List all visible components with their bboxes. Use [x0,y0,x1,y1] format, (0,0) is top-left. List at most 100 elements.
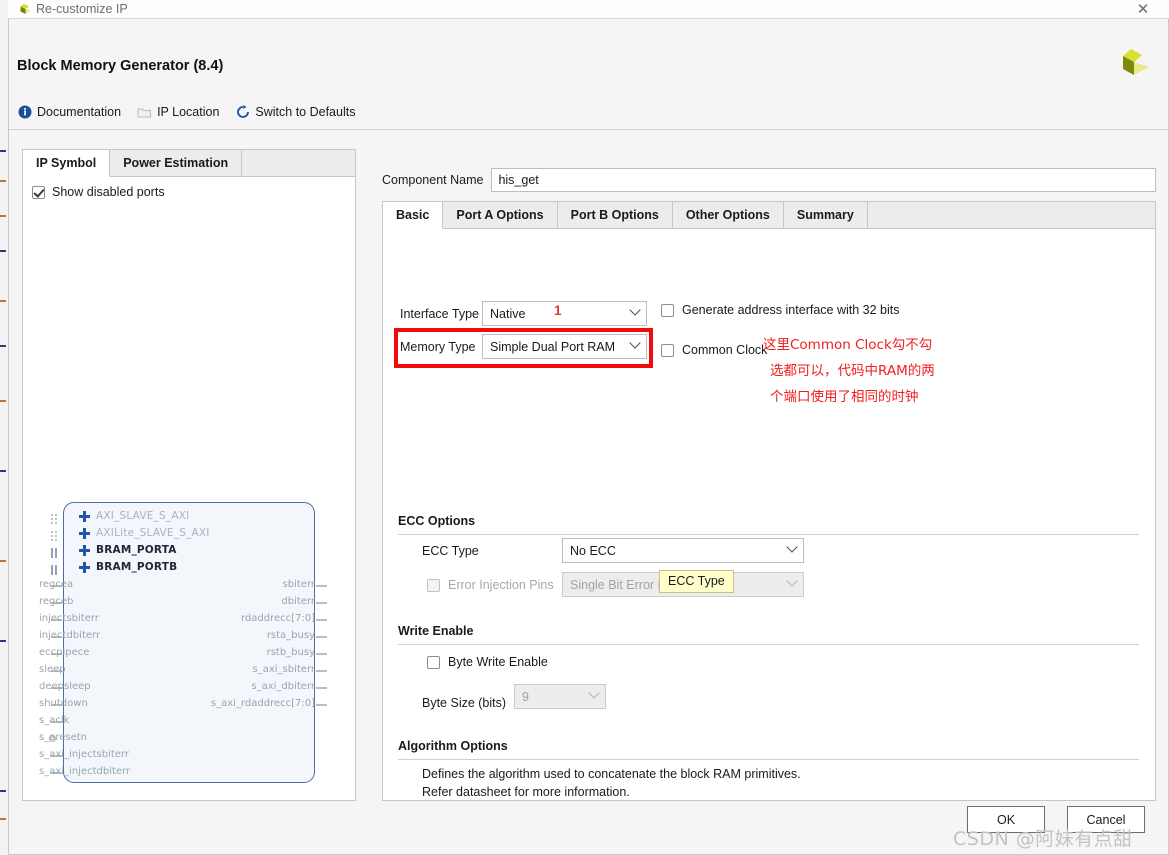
expand-plus-icon [79,544,90,556]
documentation-link[interactable]: Documentation [17,105,121,120]
pin-right: rdaddrecc[7:0] [240,613,315,624]
ip-location-link[interactable]: IP Location [137,105,219,120]
annotation-cn-line1: 这里Common Clock勾不勾 [763,337,933,353]
tab-other-options-label: Other Options [685,208,770,222]
memory-type-label: Memory Type [400,340,476,354]
tab-port-a-options[interactable]: Port A Options [443,202,558,228]
common-clock-checkbox[interactable]: Common Clock [661,343,767,357]
switch-to-defaults-label: Switch to Defaults [255,105,356,119]
bus-label: BRAM_PORTB [96,561,178,573]
bus-label: AXILite_SLAVE_S_AXI [96,527,210,539]
basic-tab-card: Basic Port A Options Port B Options Othe… [382,201,1156,801]
pin-left: deepsleep [39,681,91,692]
checkbox-box [32,185,45,199]
checkbox-box [661,303,674,317]
pin-right: rsta_busy [266,630,315,641]
bus-axilite-slave-s-axi[interactable]: AXILite_SLAVE_S_AXI [79,527,210,539]
generate-address-interface-checkbox[interactable]: Generate address interface with 32 bits [661,303,899,317]
generate-address-interface-label: Generate address interface with 32 bits [682,303,900,317]
interface-type-value: Native [490,306,526,321]
pin-left: shutdown [39,698,88,709]
pin-right: s_axi_rdaddrecc[7:0] [210,698,315,709]
algorithm-help-line1: Defines the algorithm used to concatenat… [422,767,801,781]
annotation-marker-one: 1 [554,303,562,318]
memory-type-value: Simple Dual Port RAM [490,339,616,354]
tab-port-b-options[interactable]: Port B Options [557,202,673,228]
folder-icon [137,105,152,120]
ecc-type-label: ECC Type [422,544,479,558]
pin-left: s_axi_injectdbiterr [39,766,131,777]
byte-write-enable-label: Byte Write Enable [448,655,548,669]
show-disabled-ports-label: Show disabled ports [52,185,165,199]
byte-size-label: Byte Size (bits) [422,696,507,710]
bus-stub-3 [51,565,62,575]
pin-left: regcea [39,579,74,590]
tab-port-b-options-label: Port B Options [570,208,659,222]
dialog-body: Block Memory Generator (8.4) Documentati… [8,19,1169,855]
basic-tab-content: Interface Type Native 1 Memory Type Simp… [383,229,1155,800]
tab-ip-symbol-label: IP Symbol [36,156,97,170]
checkbox-box [427,578,440,592]
xilinx-logo-icon [1109,43,1153,87]
pin-right: sbiterr [282,579,315,590]
common-clock-label: Common Clock [682,343,768,357]
close-icon[interactable]: ✕ [1125,0,1161,19]
pin-left: eccpipece [39,647,90,658]
pin-left: s_aresetn [39,732,88,743]
tab-power-estimation[interactable]: Power Estimation [110,150,243,176]
documentation-label: Documentation [37,105,122,119]
bus-label: AXI_SLAVE_S_AXI [96,510,190,522]
tab-basic-label: Basic [396,208,430,222]
config-tabs: Basic Port A Options Port B Options Othe… [383,202,1155,229]
pin-left: injectdbiterr [39,630,101,641]
annotation-cn-line2: 选都可以，代码中RAM的两 [770,363,935,379]
chevron-down-icon [786,540,798,553]
page-title: Block Memory Generator (8.4) [17,58,224,74]
config-tabstrip-filler [867,202,1155,228]
byte-write-enable-checkbox[interactable]: Byte Write Enable [427,655,548,669]
left-tabstrip-filler [242,150,355,176]
show-disabled-ports-checkbox[interactable]: Show disabled ports [32,185,165,199]
tab-summary-label: Summary [796,208,854,222]
algorithm-options-title: Algorithm Options [398,739,508,753]
interface-type-select[interactable]: Native [482,301,647,326]
dialog-header: Block Memory Generator (8.4) Documentati… [9,19,1168,130]
expand-plus-icon [79,561,90,573]
ip-location-label: IP Location [157,105,220,119]
expand-plus-icon [79,527,90,539]
write-enable-title: Write Enable [398,624,474,638]
bus-axi-slave-s-axi[interactable]: AXI_SLAVE_S_AXI [79,510,189,522]
pin-left: s_aclk [39,715,70,726]
switch-to-defaults-link[interactable]: Switch to Defaults [235,105,355,120]
component-name-row: Component Name his_get [382,167,1156,193]
pin-left: injectsbiterr [39,613,99,624]
pin-right: rstb_busy [266,647,315,658]
bus-bram-porta[interactable]: BRAM_PORTA [79,544,177,556]
bus-stub-1 [51,531,62,541]
pin-right: s_axi_sbiterr [252,664,316,675]
ip-symbol-diagram: AXI_SLAVE_S_AXI AXILite_SLAVE_S_AXI BRAM… [23,350,357,800]
ip-symbol-panel: IP Symbol Power Estimation Show disabled… [22,149,356,801]
tab-ip-symbol[interactable]: IP Symbol [23,150,111,177]
bus-bram-portb[interactable]: BRAM_PORTB [79,561,177,573]
tab-summary[interactable]: Summary [783,202,868,228]
bus-label: BRAM_PORTA [96,544,177,556]
chevron-down-icon [786,574,798,587]
tab-basic[interactable]: Basic [383,202,444,229]
byte-size-value: 9 [522,689,529,704]
pin-left: s_axi_injectsbiterr [39,749,129,760]
tab-other-options[interactable]: Other Options [672,202,784,228]
annotation-cn-line3: 个端口使用了相同的时钟 [770,389,919,405]
ecc-type-select[interactable]: No ECC [562,538,804,563]
ecc-type-value: No ECC [570,543,616,558]
chevron-down-icon [629,336,641,349]
window-title: Re-customize IP [36,2,128,16]
checkbox-box [661,343,674,357]
component-name-input[interactable]: his_get [491,168,1156,192]
error-injection-pins-checkbox: Error Injection Pins [427,578,554,592]
error-injection-pins-label: Error Injection Pins [448,578,554,592]
pin-right: dbiterr [281,596,315,607]
left-panel-tabs: IP Symbol Power Estimation [23,150,355,177]
memory-type-select[interactable]: Simple Dual Port RAM [482,334,647,359]
pin-left: sleep [39,664,66,675]
